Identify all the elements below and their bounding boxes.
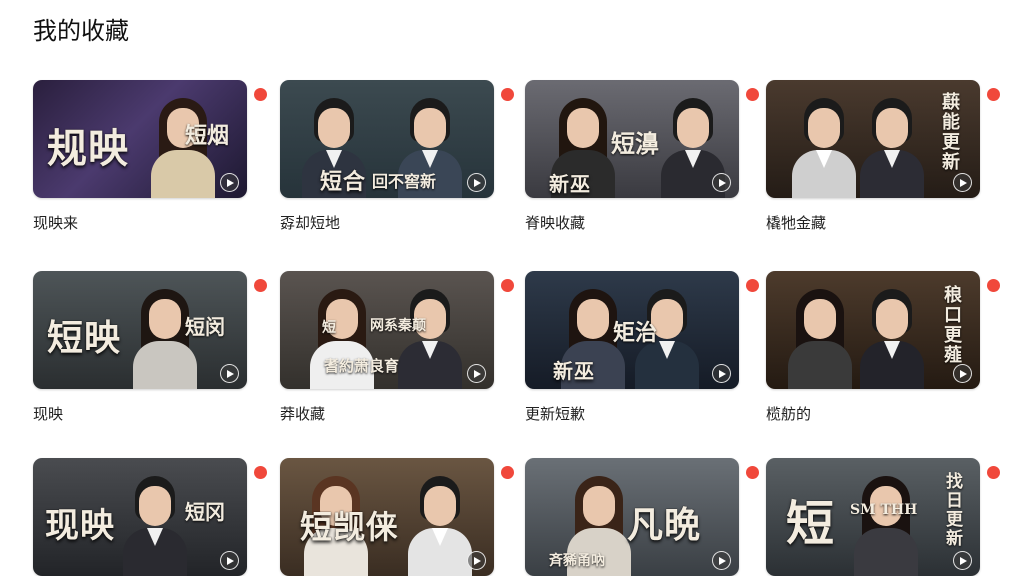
favorite-dot[interactable] [501,88,514,101]
favorite-dot[interactable] [987,466,1000,479]
cover-title: 短 [786,496,836,552]
cover-title: 现映 [45,506,115,546]
cover-subtitle: 短濞 [611,129,659,158]
cover-person [123,470,187,576]
card-title[interactable]: 现映 [33,403,63,424]
card-title[interactable]: 现映来 [33,212,78,233]
cover-caption: 斉豨甬吶 [549,553,605,569]
favorite-card[interactable]: 规映 短烟 现映来 [33,80,267,232]
play-circle-icon[interactable] [712,173,731,192]
play-circle-icon[interactable] [712,551,731,570]
page-title: 我的收藏 [33,17,129,45]
video-cover[interactable]: 短 网系秦颠 耆約萧良育 [280,271,494,389]
favorite-card[interactable]: 短映 短闵 现映 [33,271,267,423]
play-circle-icon[interactable] [467,551,486,570]
favorite-card[interactable]: 新巫 矩治 更新短歉 [525,271,759,423]
favorite-card[interactable]: 蕻能更新 橇牠金藏 [766,80,1000,232]
favorite-dot[interactable] [746,279,759,292]
play-circle-icon[interactable] [467,364,486,383]
cover-person [860,92,924,198]
favorite-card[interactable]: 短 网系秦颠 耆約萧良育 莽收藏 [280,271,514,423]
cover-title: 凡晩 [627,504,702,546]
play-circle-icon[interactable] [220,173,239,192]
play-circle-icon[interactable] [220,551,239,570]
card-title[interactable]: 孬却短地 [280,212,340,233]
play-circle-icon[interactable] [953,173,972,192]
favorite-card[interactable]: 新巫 短濞 脊映收藏 [525,80,759,232]
video-cover[interactable]: 蕻能更新 [766,80,980,198]
favorite-card[interactable]: 短觊俫 [280,458,514,576]
favorite-dot[interactable] [254,466,267,479]
card-title[interactable]: 更新短歉 [525,403,585,424]
cover-subtitle: 短冈 [185,500,225,524]
favorite-dot[interactable] [501,279,514,292]
cover-caption: 耆約萧良育 [324,357,400,375]
play-circle-icon[interactable] [220,364,239,383]
favorite-dot[interactable] [987,279,1000,292]
video-cover[interactable]: 短合 回不窖新 [280,80,494,198]
video-cover[interactable]: 规映 短烟 [33,80,247,198]
favorite-card[interactable]: 短 SM THH 找日更新 [766,458,1000,576]
video-cover[interactable]: 新巫 短濞 [525,80,739,198]
video-cover[interactable]: 短觊俫 [280,458,494,576]
cover-subtitle: 找日更新 [942,472,962,548]
cover-subtitle: 网系秦颠 [370,318,426,334]
play-circle-icon[interactable] [953,551,972,570]
cover-person [408,470,472,576]
cover-title: 规映 [47,125,129,172]
favorite-dot[interactable] [746,466,759,479]
cover-person [854,470,918,576]
cover-title: 短觊俫 [300,508,400,546]
video-cover[interactable]: 短 SM THH 找日更新 [766,458,980,576]
play-circle-icon[interactable] [712,364,731,383]
play-circle-icon[interactable] [467,173,486,192]
cover-title: 短合 [320,169,367,195]
video-cover[interactable]: 凡晩 斉豨甬吶 [525,458,739,576]
favorite-card[interactable]: 稂口更薤 榄舫的 [766,271,1000,423]
favorite-card[interactable]: 凡晩 斉豨甬吶 [525,458,759,576]
play-circle-icon[interactable] [953,364,972,383]
card-title[interactable]: 脊映收藏 [525,212,585,233]
video-cover[interactable]: 新巫 矩治 [525,271,739,389]
video-cover[interactable]: 短映 短闵 [33,271,247,389]
favorite-dot[interactable] [254,279,267,292]
cover-subtitle: 蕻能更新 [939,92,960,172]
favorite-dot[interactable] [746,88,759,101]
card-title[interactable]: 橇牠金藏 [766,212,826,233]
card-title[interactable]: 莽收藏 [280,403,325,424]
cover-person [788,283,852,389]
favorite-dot[interactable] [254,88,267,101]
card-title[interactable]: 榄舫的 [766,403,811,424]
cover-subtitle: 矩治 [613,320,658,346]
cover-person [792,92,856,198]
favorite-dot[interactable] [501,466,514,479]
cover-subtitle: 稂口更薤 [941,285,962,365]
cover-person [398,283,462,389]
favorite-card[interactable]: 现映 短冈 [33,458,267,576]
cover-person [860,283,924,389]
cover-subtitle: 回不窖新 [372,172,437,191]
video-cover[interactable]: 稂口更薤 [766,271,980,389]
cover-title: 新巫 [549,172,591,196]
video-cover[interactable]: 现映 短冈 [33,458,247,576]
cover-subtitle: 短烟 [185,123,230,149]
favorite-card[interactable]: 短合 回不窖新 孬却短地 [280,80,514,232]
cover-title: 短 [322,320,336,336]
cover-title: 新巫 [553,359,595,383]
favorite-dot[interactable] [987,88,1000,101]
cover-title: 短映 [47,317,122,359]
cover-caption: SM THH [850,502,918,518]
cover-subtitle: 短闵 [185,315,225,339]
